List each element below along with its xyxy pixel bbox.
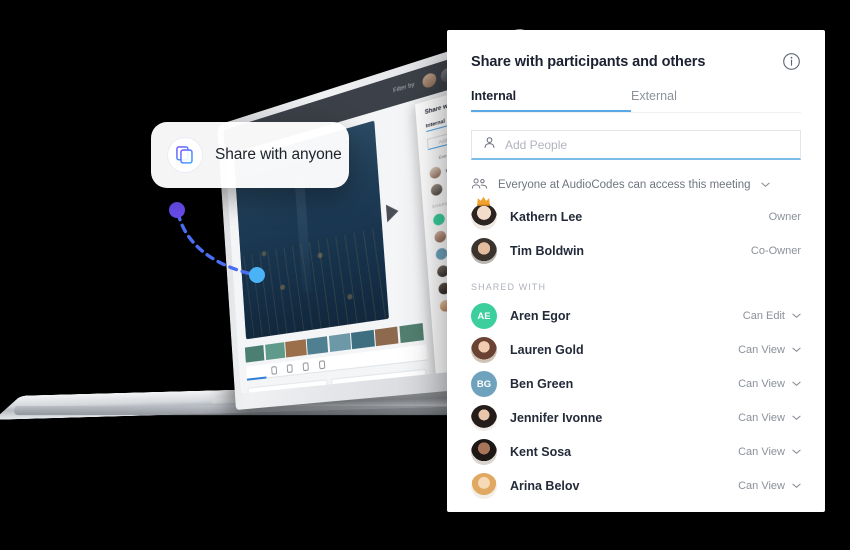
person-role: Co-Owner (750, 245, 801, 257)
card-bars (395, 386, 421, 394)
add-people-field[interactable] (471, 130, 801, 160)
permission-label: Can View (738, 378, 785, 390)
crown-icon (477, 196, 490, 206)
toolbar-icon (271, 365, 278, 375)
permission-label: Can View (738, 446, 785, 458)
person-icon (483, 136, 496, 154)
avatar-photo (471, 405, 497, 431)
avatar (471, 196, 497, 230)
arrow-end-dot (249, 267, 265, 283)
avatar: AE (471, 303, 497, 329)
avatar (430, 182, 443, 197)
avatar (432, 212, 446, 227)
avatar (471, 405, 497, 431)
dialog-header: Share with participants and others (471, 30, 801, 71)
toolbar-icon (318, 359, 326, 369)
permission-dropdown[interactable]: Can View (738, 446, 801, 458)
play-icon (385, 202, 400, 223)
editor-card (247, 379, 331, 394)
permission-dropdown[interactable]: Can View (738, 412, 801, 424)
dialog-title: Share with participants and others (471, 53, 706, 70)
arrow-start-dot (169, 202, 185, 218)
filter-by-label: Filter by (392, 81, 415, 95)
chevron-down-icon (792, 483, 801, 488)
avatar-photo (471, 473, 497, 499)
avatar (435, 247, 448, 261)
person-name: Kathern Lee (510, 210, 583, 224)
person-name: Lauren Gold (510, 343, 584, 357)
permission-label: Can View (738, 412, 785, 424)
avatar (471, 337, 497, 363)
table-row[interactable]: Tim Boldwin Co-Owner (471, 234, 801, 268)
person-name: Aren Egor (510, 309, 571, 323)
avatar (434, 229, 447, 244)
toolbar-icon (286, 363, 293, 373)
person-role: Owner (768, 211, 801, 223)
avatar (471, 439, 497, 465)
avatar-initials: AE (477, 310, 491, 322)
dialog-tabs: Internal External (471, 89, 801, 113)
person-name: Tim Boldwin (510, 244, 585, 258)
dashed-arrow (169, 202, 265, 283)
table-row[interactable]: Jennifer Ivonne Can View (471, 401, 801, 435)
card-heading (253, 389, 290, 394)
chevron-down-icon (760, 179, 770, 191)
share-dialog: Share with participants and others Inter… (447, 30, 825, 512)
toolbar-active-tab (246, 365, 267, 381)
toolbar-icon (302, 361, 309, 371)
shared-with-list: AE Aren Egor Can Edit Lauren Gold Can Vi… (471, 299, 801, 503)
add-people-input[interactable] (505, 137, 789, 152)
chevron-down-icon (792, 313, 801, 318)
permission-label: Can View (738, 344, 785, 356)
avatar (471, 238, 497, 264)
topbar-avatar (422, 71, 437, 90)
person-name: Kent Sosa (510, 445, 572, 459)
table-row[interactable]: Arina Belov Can View (471, 469, 801, 503)
card-heading (337, 381, 369, 388)
permission-dropdown[interactable]: Can View (738, 344, 801, 356)
chevron-down-icon (792, 449, 801, 454)
permission-dropdown[interactable]: Can View (738, 480, 801, 492)
access-scope-row[interactable]: Everyone at AudioCodes can access this m… (471, 177, 801, 193)
share-with-anyone-label: Share with anyone (215, 146, 342, 163)
avatar-photo (471, 337, 497, 363)
avatar (471, 473, 497, 499)
copy-duplicate-icon (168, 138, 202, 172)
tab-internal[interactable]: Internal (471, 89, 631, 112)
table-row[interactable]: Kent Sosa Can View (471, 435, 801, 469)
share-with-anyone-card[interactable]: Share with anyone (151, 122, 349, 188)
permission-label: Can Edit (742, 310, 785, 322)
editor-card (330, 368, 430, 394)
table-row[interactable]: BG Ben Green Can View (471, 367, 801, 401)
info-circle-icon[interactable] (782, 52, 801, 71)
table-row[interactable]: Kathern Lee Owner (471, 196, 801, 234)
person-name: Arina Belov (510, 479, 580, 493)
scene: Filter by Share Internal Add SHARED Shar… (0, 0, 850, 550)
person-name: Ben Green (510, 377, 574, 391)
table-row[interactable]: Lauren Gold Can View (471, 333, 801, 367)
permission-label: Can View (738, 480, 785, 492)
access-scope-label: Everyone at AudioCodes can access this m… (498, 179, 751, 191)
tab-external[interactable]: External (631, 89, 791, 112)
avatar-photo (471, 238, 497, 264)
avatar-initials: BG (476, 378, 492, 390)
people-group-icon (471, 177, 488, 193)
card-line (338, 390, 382, 394)
avatar-photo (471, 439, 497, 465)
chevron-down-icon (792, 381, 801, 386)
shared-with-label: SHARED WITH (471, 282, 547, 292)
chevron-down-icon (792, 415, 801, 420)
arrow-path (176, 211, 258, 277)
table-row[interactable]: AE Aren Egor Can Edit (471, 299, 801, 333)
chevron-down-icon (792, 347, 801, 352)
person-name: Jennifer Ivonne (510, 411, 603, 425)
avatar: BG (471, 371, 497, 397)
permission-dropdown[interactable]: Can View (738, 378, 801, 390)
permission-dropdown[interactable]: Can Edit (743, 310, 801, 322)
owners-list: Kathern Lee Owner Tim Boldwin Co-Owner (471, 196, 801, 268)
avatar (429, 165, 442, 180)
avatar-photo (471, 204, 497, 230)
